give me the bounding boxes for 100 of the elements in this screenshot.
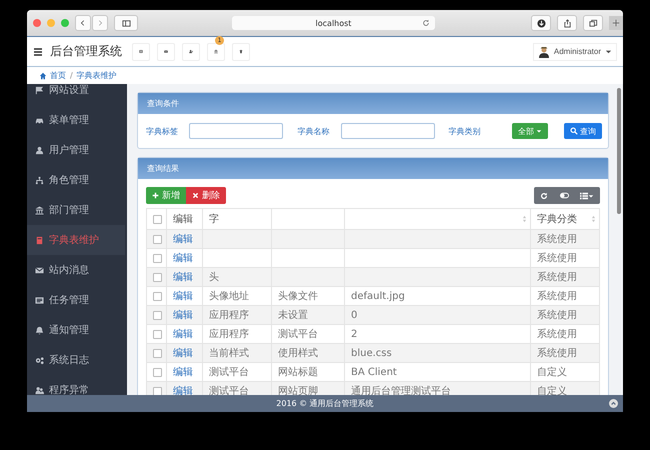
sidebar-item[interactable]: 程序异常 [27, 375, 127, 395]
toolbar-button[interactable] [157, 42, 175, 60]
forward-button[interactable] [92, 15, 108, 31]
add-button[interactable]: 新增 [146, 187, 186, 204]
caret-icon [588, 192, 594, 198]
back-button[interactable] [75, 15, 91, 31]
checkbox[interactable] [153, 368, 162, 376]
trash-icon [239, 47, 243, 56]
sidebar-item[interactable]: 系统日志 [27, 345, 127, 375]
field-label: 字典名称 [297, 126, 330, 136]
panel-title: 查询条件 [147, 98, 179, 109]
list-icon [35, 296, 44, 304]
user-menu[interactable]: Administrator [532, 42, 617, 60]
sidebar-item[interactable]: 网站设置 [27, 84, 127, 105]
edit-link[interactable]: 编辑 [173, 348, 193, 359]
table-cell: 系统使用 [530, 344, 600, 362]
edit-link[interactable]: 编辑 [173, 291, 193, 302]
edit-link[interactable]: 编辑 [173, 253, 193, 264]
table-cell: 使用样式 [272, 344, 344, 362]
sidebar-button[interactable] [114, 15, 138, 31]
tabs-icon [588, 18, 598, 28]
download-button[interactable] [531, 15, 551, 31]
category-dropdown[interactable]: 全部 [512, 123, 548, 139]
sidebar-item[interactable]: 站内消息 [27, 255, 127, 285]
minimize-icon[interactable] [47, 19, 55, 27]
caret-icon [536, 128, 542, 134]
car-icon [35, 116, 44, 124]
scrollbar[interactable] [617, 88, 621, 214]
sidebar-item[interactable]: 通知管理 [27, 315, 127, 345]
bank-icon [214, 47, 218, 56]
bank-icon [35, 206, 44, 214]
sidebar-item[interactable]: 部门管理 [27, 195, 127, 225]
hierarchy-icon [35, 176, 44, 184]
table-cell: 应用程序 [202, 306, 272, 324]
list-icon [580, 192, 588, 200]
table-cell: 系统使用 [530, 268, 600, 286]
chevron-right-icon [96, 19, 104, 27]
checkbox[interactable] [153, 234, 162, 244]
edit-link[interactable]: 编辑 [173, 329, 193, 340]
caret-icon [605, 48, 612, 55]
envelope-icon [35, 266, 44, 274]
tabs-button[interactable] [583, 15, 603, 31]
refresh-icon [540, 192, 548, 200]
people-icon [35, 386, 44, 394]
checkbox[interactable] [153, 386, 162, 395]
sidebar-item[interactable]: 用户管理 [27, 135, 127, 165]
sidebar-item[interactable]: 角色管理 [27, 165, 127, 195]
toolbar-button[interactable] [182, 42, 200, 60]
table-cell: 系统使用 [530, 306, 600, 324]
field-label: 字典类别 [448, 126, 482, 136]
table-cell: 0 [344, 306, 530, 324]
input-field[interactable] [189, 123, 284, 139]
toolbar-button[interactable] [232, 42, 250, 60]
sidebar-item[interactable]: 任务管理 [27, 285, 127, 315]
table-cell: 当前样式 [202, 344, 272, 362]
sidebar-icon [122, 18, 130, 28]
user-plus-icon [189, 47, 193, 56]
column-header: 字典分类 [537, 212, 577, 226]
table-cell: blue.css [344, 344, 530, 362]
delete-button[interactable]: 删除 [186, 187, 226, 204]
edit-link[interactable]: 编辑 [173, 234, 193, 245]
input-field[interactable] [340, 123, 435, 139]
bell-icon [35, 326, 44, 334]
share-icon [562, 18, 572, 28]
checkbox[interactable] [153, 330, 162, 338]
breadcrumb-link[interactable]: 字典表维护 [76, 70, 117, 81]
table-cell: 通用后台管理测试平台 [344, 382, 530, 395]
checkbox[interactable] [153, 310, 162, 320]
sidebar-item[interactable]: 字典表维护 [27, 225, 125, 255]
menu-icon [33, 46, 43, 56]
edit-link[interactable]: 编辑 [173, 310, 193, 321]
scroll-up-icon [609, 399, 618, 408]
person-icon [35, 146, 44, 154]
edit-link[interactable]: 编辑 [173, 386, 193, 395]
search-icon [570, 127, 578, 135]
checkbox[interactable] [153, 254, 162, 262]
gears-icon [35, 356, 44, 364]
edit-link[interactable]: 编辑 [173, 272, 193, 283]
flag-icon [35, 86, 44, 94]
checkbox[interactable] [153, 214, 162, 224]
reload-icon [422, 19, 430, 27]
checkbox[interactable] [153, 348, 162, 358]
edit-link[interactable]: 编辑 [173, 367, 193, 378]
breadcrumb-link[interactable]: 首页 [39, 70, 66, 81]
checkbox[interactable] [153, 272, 162, 282]
address-bar[interactable]: localhost [232, 16, 435, 30]
table-cell: 测试平台 [202, 382, 272, 395]
share-button[interactable] [557, 15, 577, 31]
checkbox[interactable] [153, 292, 162, 300]
plus-icon [612, 19, 620, 27]
sidebar-item[interactable]: 菜单管理 [27, 105, 127, 135]
column-header: 字 [209, 212, 219, 226]
search-button[interactable]: 查询 [564, 123, 602, 139]
close-icon[interactable] [33, 19, 41, 27]
table-cell: 系统使用 [530, 230, 600, 248]
maximize-icon[interactable] [61, 19, 69, 27]
new-tab-button[interactable] [609, 16, 623, 30]
close-icon [192, 192, 199, 199]
toolbar-button[interactable] [132, 42, 150, 60]
toolbar-button[interactable] [207, 42, 225, 60]
